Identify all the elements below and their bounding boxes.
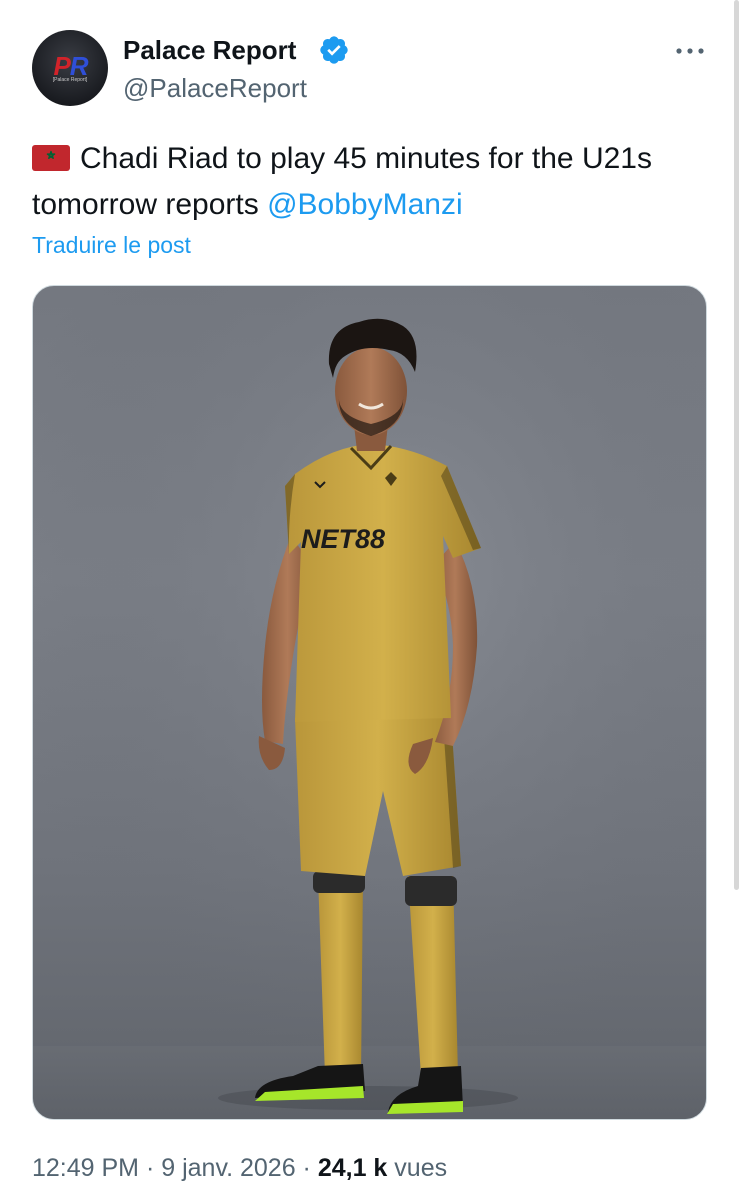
morocco-flag-icon [32,145,70,171]
post-date[interactable]: 9 janv. 2026 [161,1154,295,1182]
avatar[interactable]: P R [Palace Report] [32,30,108,106]
views-count[interactable]: 24,1 k [318,1154,388,1182]
scrollbar[interactable] [734,0,739,890]
avatar-subtitle: [Palace Report] [52,77,88,84]
post-text: Chadi Riad to play 45 minutes for the U2… [32,136,692,228]
tweet: P R [Palace Report] Palace Report @Palac… [0,0,739,1200]
avatar-logo-p: P [53,50,70,81]
shirt-sponsor: NET88 [301,524,385,554]
meta-separator: · [139,1154,162,1182]
translate-post-link[interactable]: Traduire le post [32,230,191,260]
post-media-image[interactable]: NET88 [32,285,707,1120]
avatar-logo: P R [53,50,89,81]
verified-badge-icon [320,36,348,64]
display-name[interactable]: Palace Report [123,34,296,66]
handle[interactable]: @PalaceReport [123,72,307,104]
meta-separator: · [295,1154,318,1182]
views-label: vues [387,1154,448,1182]
avatar-logo-r: R [69,50,89,81]
post-meta: 12:49 PM · 9 janv. 2026 · 24,1 k vues [32,1150,447,1186]
more-dots-icon [676,48,704,54]
post-time[interactable]: 12:49 PM [32,1154,139,1182]
player-photo: NET88 [33,286,706,1119]
more-options-button[interactable] [670,36,710,66]
mention-link[interactable]: @BobbyManzi [267,188,463,221]
